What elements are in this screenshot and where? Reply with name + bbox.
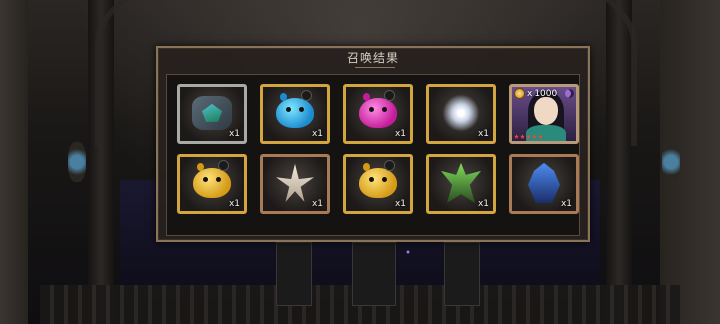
reward-quantity: x1 — [311, 199, 323, 209]
right-ornament-icon — [662, 142, 680, 182]
star-icon — [526, 134, 531, 139]
reward-slot-9[interactable]: x1 — [426, 154, 496, 214]
reward-slot-1[interactable]: x1 — [177, 84, 247, 144]
green-relic-icon — [441, 162, 481, 203]
coin-icon — [514, 88, 525, 99]
summon-result-panel: 召唤结果 x1 x1 x1 x1 x 1000 x1 x1 x1 x1 x1 — [156, 46, 590, 242]
panel-title: 召唤结果 — [346, 51, 399, 65]
reward-slot-5[interactable]: x 1000 — [509, 84, 579, 144]
reward-quantity: x1 — [477, 129, 489, 139]
reward-slot-2[interactable]: x1 — [260, 84, 330, 144]
reward-quantity: x1 — [394, 129, 406, 139]
star-icon — [520, 134, 525, 139]
game-scene: 召唤结果 x1 x1 x1 x1 x 1000 x1 x1 x1 x1 x1 — [0, 0, 720, 324]
stone-tablet-1 — [276, 242, 312, 306]
stone-tablet-2 — [352, 242, 396, 306]
reward-slot-6[interactable]: x1 — [177, 154, 247, 214]
pink-slime-icon — [359, 89, 397, 128]
reward-quantity: x1 — [560, 199, 572, 209]
jade-stone-icon — [192, 95, 232, 130]
reward-slot-7[interactable]: x1 — [260, 154, 330, 214]
reward-slot-10[interactable]: x1 — [509, 154, 579, 214]
reward-slot-3[interactable]: x1 — [343, 84, 413, 144]
hero-amount-prefix: x — [527, 88, 533, 99]
stone-tablet-3 — [444, 242, 480, 306]
left-ornament-icon — [68, 142, 86, 182]
hero-amount-row: x 1000 — [514, 88, 557, 99]
reward-quantity: x1 — [477, 199, 489, 209]
left-wall — [0, 0, 28, 324]
star-relic-icon — [276, 163, 314, 202]
hero-portrait — [534, 97, 558, 125]
reward-quantity: x1 — [311, 129, 323, 139]
star-icon — [514, 134, 519, 139]
white-crystal-icon — [441, 92, 481, 133]
reward-quantity: x1 — [228, 129, 240, 139]
gold-slime-icon — [359, 159, 397, 198]
moon-icon — [565, 89, 574, 98]
reward-slot-8[interactable]: x1 — [343, 154, 413, 214]
reward-grid: x1 x1 x1 x1 x 1000 x1 x1 x1 x1 x1 — [166, 74, 580, 236]
blue-slime-icon — [276, 89, 314, 128]
gold-slime-icon — [193, 159, 231, 198]
star-rating — [514, 134, 543, 139]
reward-slot-4[interactable]: x1 — [426, 84, 496, 144]
reward-quantity: x1 — [394, 199, 406, 209]
blue-relic-icon — [528, 162, 560, 203]
star-icon — [532, 134, 537, 139]
star-icon — [538, 134, 543, 139]
hero-amount: 1000 — [534, 88, 558, 99]
title-ornament — [355, 67, 395, 72]
reward-quantity: x1 — [228, 199, 240, 209]
